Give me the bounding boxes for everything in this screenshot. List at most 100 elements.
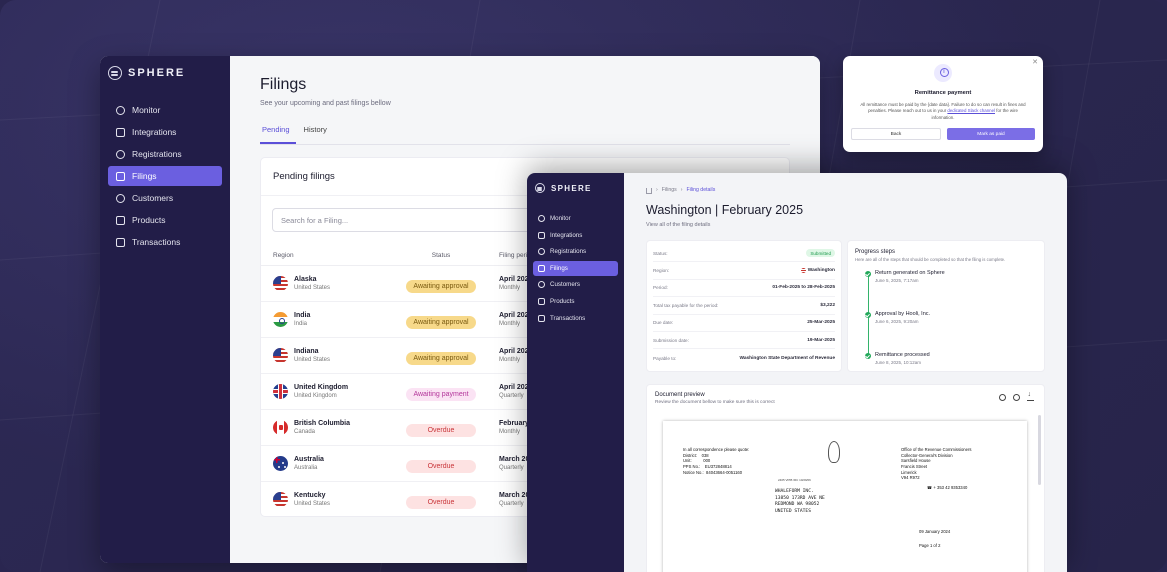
- region-cell: Kentucky United States: [273, 492, 393, 507]
- pin-icon: [116, 149, 125, 159]
- close-icon[interactable]: ✕: [1032, 58, 1038, 66]
- cash-icon: [538, 314, 545, 322]
- sidebar-item-monitor[interactable]: Monitor: [533, 211, 618, 226]
- sidebar-item-transactions[interactable]: Transactions: [533, 311, 618, 326]
- brand-logo[interactable]: SPHERE: [100, 66, 230, 80]
- flag-us-icon: [273, 348, 288, 363]
- clipboard-icon: [116, 171, 125, 181]
- zoom-out-icon[interactable]: [1013, 394, 1020, 401]
- tab-pending[interactable]: Pending: [260, 121, 296, 144]
- sidebar-item-label: Registrations: [132, 149, 182, 159]
- detail-value-text: 19-Mar-2025: [807, 337, 835, 343]
- region-cell: India India: [273, 312, 393, 327]
- sphere-logo-icon: [535, 183, 545, 193]
- sidebar-item-filings[interactable]: Filings: [533, 260, 618, 276]
- sidebar-item-label: Integrations: [132, 127, 177, 137]
- zoom-in-icon[interactable]: [999, 394, 1006, 401]
- status-badge: Awaiting approval: [406, 315, 476, 329]
- step-name: Remittance processed: [875, 352, 930, 358]
- step-date: June 5, 2025, 7:17am: [875, 278, 919, 283]
- document-phone: ☎ + 353 42 9353340: [927, 485, 967, 490]
- region-name: British Columbia: [294, 420, 351, 427]
- page-title: Filings: [260, 76, 307, 93]
- address-line: UNITED STATES: [775, 508, 811, 514]
- tab-history[interactable]: History: [302, 121, 333, 144]
- column-status[interactable]: Status: [393, 252, 489, 259]
- region-name: India: [294, 312, 311, 319]
- home-icon[interactable]: [646, 188, 652, 194]
- sidebar-item-registrations[interactable]: Registrations: [108, 144, 222, 164]
- status-cell: Overdue: [393, 491, 489, 509]
- detail-row: Region: Washington: [653, 262, 835, 280]
- column-region[interactable]: Region: [273, 252, 393, 259]
- filings-tabs: Pending History: [260, 121, 790, 145]
- grid-icon: [538, 231, 545, 239]
- document-small-print: 2405 VPIB /RC 10/29/06: [778, 478, 811, 482]
- back-button[interactable]: Back: [851, 128, 941, 141]
- office-line: V94 R972: [901, 475, 920, 481]
- download-icon[interactable]: [1027, 391, 1034, 401]
- brand-logo[interactable]: SPHERE: [527, 181, 624, 195]
- status-badge: Awaiting approval: [406, 351, 476, 365]
- detail-label: Total tax payable for the period:: [653, 302, 719, 308]
- region-cell: Australia Australia: [273, 456, 393, 471]
- flag-us-icon: [273, 276, 288, 291]
- detail-value: 01-Feb-2025 to 28-Feb-2025: [772, 285, 835, 290]
- progress-step: Return generated on Sphere June 5, 2025, …: [864, 270, 1037, 311]
- step-name: Approval by Hooli, Inc.: [875, 311, 931, 317]
- office-line: Office of the Revenue Commissioners: [901, 447, 972, 452]
- document-scrollbar[interactable]: [1038, 415, 1041, 485]
- progress-steps: Return generated on Sphere June 5, 2025, …: [855, 270, 1037, 372]
- sidebar-item-customers[interactable]: Customers: [533, 277, 618, 292]
- document-preview-card: Document preview Review the document bel…: [646, 384, 1045, 572]
- page-subtitle: View all of the filing details: [646, 222, 711, 228]
- globe-icon: [116, 105, 125, 115]
- details-grid: Status: Submitted Region: Washington Period:…: [646, 240, 1045, 372]
- region-name: Australia: [294, 456, 324, 463]
- status-badge: Submitted: [806, 249, 835, 258]
- breadcrumb-filings[interactable]: Filings: [662, 187, 677, 193]
- sidebar-item-label: Filings: [550, 264, 568, 272]
- detail-row: Due date: 25-Mar-2025: [653, 315, 835, 332]
- sidebar-item-customers[interactable]: Customers: [108, 188, 222, 208]
- slack-channel-link[interactable]: dedicated Slack channel: [947, 108, 995, 113]
- status-cell: Awaiting approval: [393, 275, 489, 293]
- region-text: British Columbia Canada: [294, 420, 350, 435]
- sidebar-item-label: Products: [132, 215, 166, 225]
- sidebar-item-products[interactable]: Products: [108, 210, 222, 230]
- document-toolbar: [999, 391, 1034, 401]
- box-icon: [538, 297, 545, 305]
- document-address: WHALEFORM INC. 13850 173RD AVE NE REDMOND …: [775, 489, 825, 516]
- mark-as-paid-button[interactable]: Mark as paid: [947, 128, 1035, 141]
- sidebar-item-label: Transactions: [132, 237, 181, 247]
- sidebar-item-products[interactable]: Products: [533, 294, 618, 309]
- sidebar-item-integrations[interactable]: Integrations: [108, 122, 222, 142]
- flag-us-icon: [273, 492, 288, 507]
- progress-title: Progress steps: [855, 249, 896, 255]
- sidebar-item-transactions[interactable]: Transactions: [108, 232, 222, 252]
- sidebar-nav: Monitor Integrations Registrations Filings C…: [527, 211, 624, 326]
- modal-actions: Back Mark as paid: [851, 128, 1035, 141]
- detail-label: Payable to:: [653, 355, 677, 361]
- detail-row: Period: 01-Feb-2025 to 28-Feb-2025: [653, 280, 835, 298]
- details-main: › Filings › Filing details Washington | …: [624, 173, 1067, 572]
- status-badge: Overdue: [406, 423, 476, 437]
- check-circle-icon: [864, 353, 871, 359]
- region-text: Kentucky United States: [294, 492, 330, 507]
- detail-row: Total tax payable for the period: $3,222: [653, 297, 835, 315]
- breadcrumb-current: Filing details: [686, 187, 716, 193]
- step-name: Return generated on Sphere: [875, 270, 945, 276]
- region-cell: British Columbia Canada: [273, 420, 393, 435]
- detail-value-text: $3,222: [820, 302, 835, 308]
- detail-value: 19-Mar-2025: [807, 338, 835, 343]
- detail-row: Payable to: Washington State Department o…: [653, 349, 835, 366]
- sidebar-item-integrations[interactable]: Integrations: [533, 228, 618, 243]
- region-text: Australia Australia: [294, 456, 324, 471]
- document-page: In all correspondence please quote: Distr…: [663, 421, 1027, 572]
- sidebar-item-label: Monitor: [132, 105, 161, 115]
- sidebar-item-monitor[interactable]: Monitor: [108, 100, 222, 120]
- sidebar-item-filings[interactable]: Filings: [108, 166, 222, 186]
- sidebar-item-registrations[interactable]: Registrations: [533, 244, 618, 259]
- status-badge: Overdue: [406, 495, 476, 509]
- detail-row: Submission date: 19-Mar-2025: [653, 332, 835, 350]
